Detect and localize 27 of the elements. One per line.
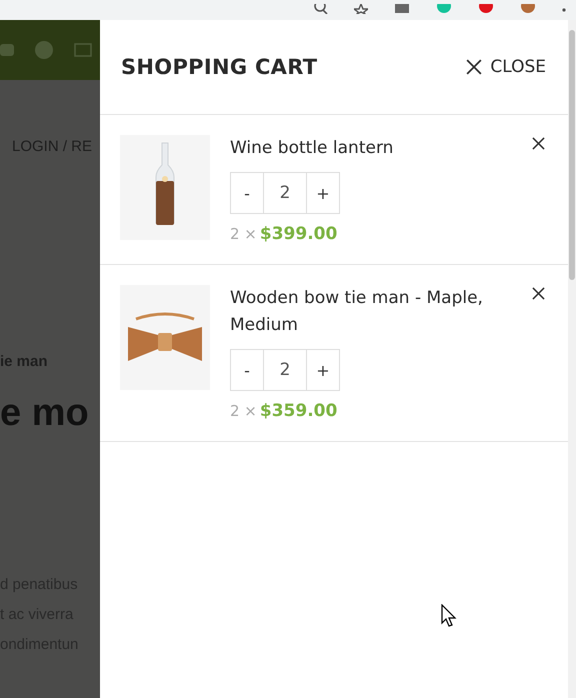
close-icon — [532, 287, 545, 300]
search-icon[interactable] — [314, 4, 328, 14]
item-price: $399.00 — [260, 224, 338, 244]
product-name[interactable]: Wine bottle lantern — [230, 135, 498, 162]
cart-title: SHOPPING CART — [121, 55, 318, 79]
close-icon — [466, 59, 482, 75]
profile-icon[interactable] — [520, 4, 536, 14]
increase-button[interactable]: + — [306, 172, 340, 214]
quantity-field[interactable]: 2 — [264, 172, 306, 214]
extension-icon[interactable] — [478, 4, 494, 14]
decrease-button[interactable]: - — [230, 172, 264, 214]
product-name[interactable]: Wooden bow tie man - Maple, Medium — [230, 285, 498, 339]
page-heading: e mo — [0, 394, 90, 432]
quantity-multiplier: 2 × — [230, 402, 257, 420]
remove-button[interactable] — [532, 137, 546, 151]
remove-button[interactable] — [532, 287, 546, 301]
extension-icon[interactable] — [394, 4, 410, 14]
scrollbar-thumb[interactable] — [569, 30, 575, 280]
quantity-field[interactable]: 2 — [264, 349, 306, 391]
increase-button[interactable]: + — [306, 349, 340, 391]
item-price: $359.00 — [260, 401, 338, 421]
close-button[interactable]: CLOSE — [466, 57, 546, 77]
close-icon — [532, 137, 545, 150]
decrease-button[interactable]: - — [230, 349, 264, 391]
cursor-icon — [441, 604, 457, 628]
quantity-multiplier: 2 × — [230, 225, 257, 243]
star-icon[interactable] — [354, 4, 368, 14]
